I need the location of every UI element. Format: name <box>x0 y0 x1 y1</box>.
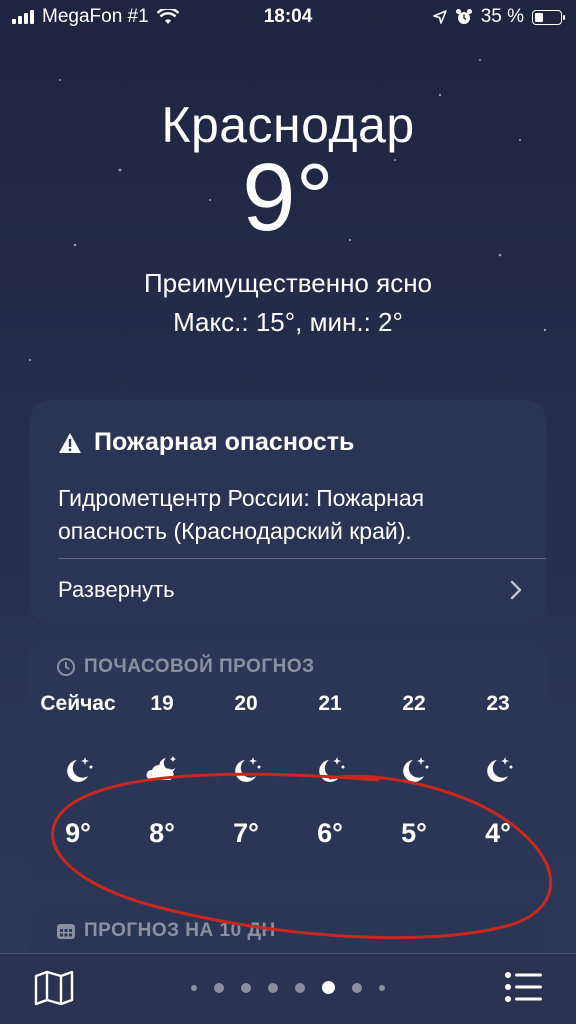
page-dot-active[interactable] <box>322 981 335 994</box>
hour-temperature: 7° <box>233 818 259 848</box>
hour-column: 21 6° <box>291 692 369 849</box>
moon-stars-icon <box>207 754 285 790</box>
expand-alert-row[interactable]: Развернуть <box>58 574 522 606</box>
high-low-text: Макс.: 15°, мин.: 2° <box>173 307 403 337</box>
current-weather: Краснодар 9° Преимущественно ясно Макс.:… <box>0 96 576 338</box>
status-bar: MegaFon #1 18:04 35 % <box>0 0 576 34</box>
warning-triangle-icon <box>59 432 81 453</box>
current-temperature: 9° <box>242 144 334 251</box>
moon-stars-icon <box>291 754 369 790</box>
hourly-forecast-card[interactable]: ПОЧАСОВОЙ ПРОГНОЗ Сейчас 9° 19 8° 20 7° 21 6° 22… <box>30 638 546 886</box>
hour-label: Сейчас <box>40 692 116 715</box>
moon-stars-icon <box>39 754 117 790</box>
hour-label: 22 <box>402 692 426 715</box>
partly-cloudy-night-icon <box>123 754 201 790</box>
page-dot[interactable] <box>295 982 305 993</box>
ten-day-title: ПРОГНОЗ НА 10 ДН <box>56 920 276 942</box>
hour-temperature: 6° <box>317 818 343 848</box>
alert-description: Гидрометцентр России: Пожарная опасность… <box>58 485 425 544</box>
hour-temperature: 9° <box>65 818 91 848</box>
hour-column: 20 7° <box>207 692 285 849</box>
alarm-clock-icon <box>455 9 472 24</box>
hour-label: 19 <box>150 692 174 715</box>
page-dot[interactable] <box>352 982 362 993</box>
divider <box>58 558 546 559</box>
hourly-title: ПОЧАСОВОЙ ПРОГНОЗ <box>56 656 315 678</box>
page-indicator[interactable] <box>0 981 576 994</box>
city-list-icon[interactable] <box>504 970 544 1004</box>
battery-percent: 35 % <box>480 6 524 27</box>
page-dot[interactable] <box>214 982 224 993</box>
hour-column: 23 4° <box>459 692 537 849</box>
hour-label: 20 <box>234 692 258 715</box>
calendar-icon <box>57 924 75 939</box>
hour-temperature: 8° <box>149 818 175 848</box>
page-dot[interactable] <box>379 984 385 991</box>
location-arrow-icon <box>432 10 447 24</box>
moon-stars-icon <box>459 754 537 790</box>
page-dot[interactable] <box>268 982 278 993</box>
clock-icon <box>57 658 75 676</box>
condition-text: Преимущественно ясно <box>143 268 433 298</box>
hour-label: 21 <box>318 692 342 715</box>
page-dot[interactable] <box>191 984 197 991</box>
chevron-right-icon <box>510 580 522 600</box>
hour-column: 19 8° <box>123 692 201 849</box>
hour-temperature: 5° <box>401 818 427 848</box>
hourly-title-text: ПОЧАСОВОЙ ПРОГНОЗ <box>84 656 315 677</box>
alert-header: Пожарная опасность <box>58 428 354 457</box>
ten-day-title-text: ПРОГНОЗ НА 10 ДН <box>84 920 276 941</box>
expand-label: Развернуть <box>58 577 175 602</box>
page-dot[interactable] <box>241 982 251 993</box>
hour-column: 22 5° <box>375 692 453 849</box>
bottom-toolbar <box>0 953 576 1024</box>
alert-title: Пожарная опасность <box>94 428 355 456</box>
hour-column: Сейчас 9° <box>39 692 117 849</box>
moon-stars-icon <box>375 754 453 790</box>
battery-icon <box>532 9 565 25</box>
weather-alert-card[interactable]: Пожарная опасность Гидрометцентр России:… <box>30 400 546 624</box>
hour-temperature: 4° <box>485 818 511 848</box>
hourly-row: Сейчас 9° 19 8° 20 7° 21 6° 22 5° 23 4° <box>30 692 546 849</box>
hour-label: 23 <box>486 692 510 715</box>
